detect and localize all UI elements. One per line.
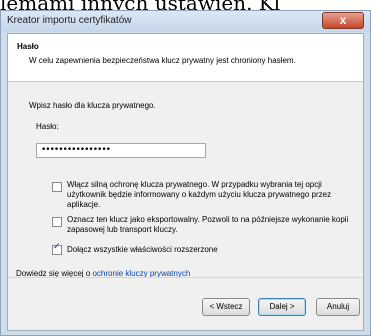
exportable-key-label: Oznacz ten klucz jako eksportowalny. Poz… (67, 215, 348, 235)
close-icon: x (339, 13, 347, 27)
include-extended-properties-checkbox[interactable] (52, 242, 62, 255)
include-extended-properties-label: Dołącz wszystkie właściwości rozszerzone (67, 245, 218, 254)
exportable-key-line-1: Oznacz ten klucz jako eksportowalny. Poz… (67, 215, 349, 224)
wizard-header: Hasło W celu zapewnienia bezpieczeństwa … (8, 34, 363, 82)
wizard-content: Hasło W celu zapewnienia bezpieczeństwa … (7, 33, 364, 331)
certificate-import-wizard-window: Kreator importu certyfikatów x Hasło W c… (0, 10, 371, 336)
password-label: Hasło: (36, 122, 59, 131)
page-description: W celu zapewnienia bezpieczeństwa klucz … (29, 56, 296, 65)
strong-protection-line-1: Włącz silną ochronę klucza prywatnego. W… (67, 180, 322, 189)
strong-protection-line-2: użytkownik będzie informowany o każdym u… (67, 190, 332, 199)
close-button[interactable]: x (322, 12, 364, 29)
exportable-key-checkbox[interactable] (52, 217, 62, 227)
strong-protection-label: Włącz silną ochronę klucza prywatnego. W… (67, 180, 331, 210)
next-button[interactable]: Dalej > (258, 298, 306, 316)
password-prompt: Wpisz hasło dla klucza prywatnego. (29, 101, 156, 110)
back-button[interactable]: < Wstecz (202, 298, 250, 316)
exportable-key-line-2: zapasowej lub transport kluczy. (67, 225, 178, 234)
strong-protection-line-3: aplikacje. (67, 200, 101, 209)
strong-protection-checkbox[interactable] (52, 182, 62, 192)
cancel-button[interactable]: Anuluj (316, 298, 360, 316)
password-input[interactable]: •••••••••••••••• (36, 143, 206, 158)
footer-divider (8, 277, 363, 278)
title-bar[interactable]: Kreator importu certyfikatów x (1, 11, 370, 32)
window-title: Kreator importu certyfikatów (7, 15, 132, 26)
page-title: Hasło (17, 42, 39, 51)
